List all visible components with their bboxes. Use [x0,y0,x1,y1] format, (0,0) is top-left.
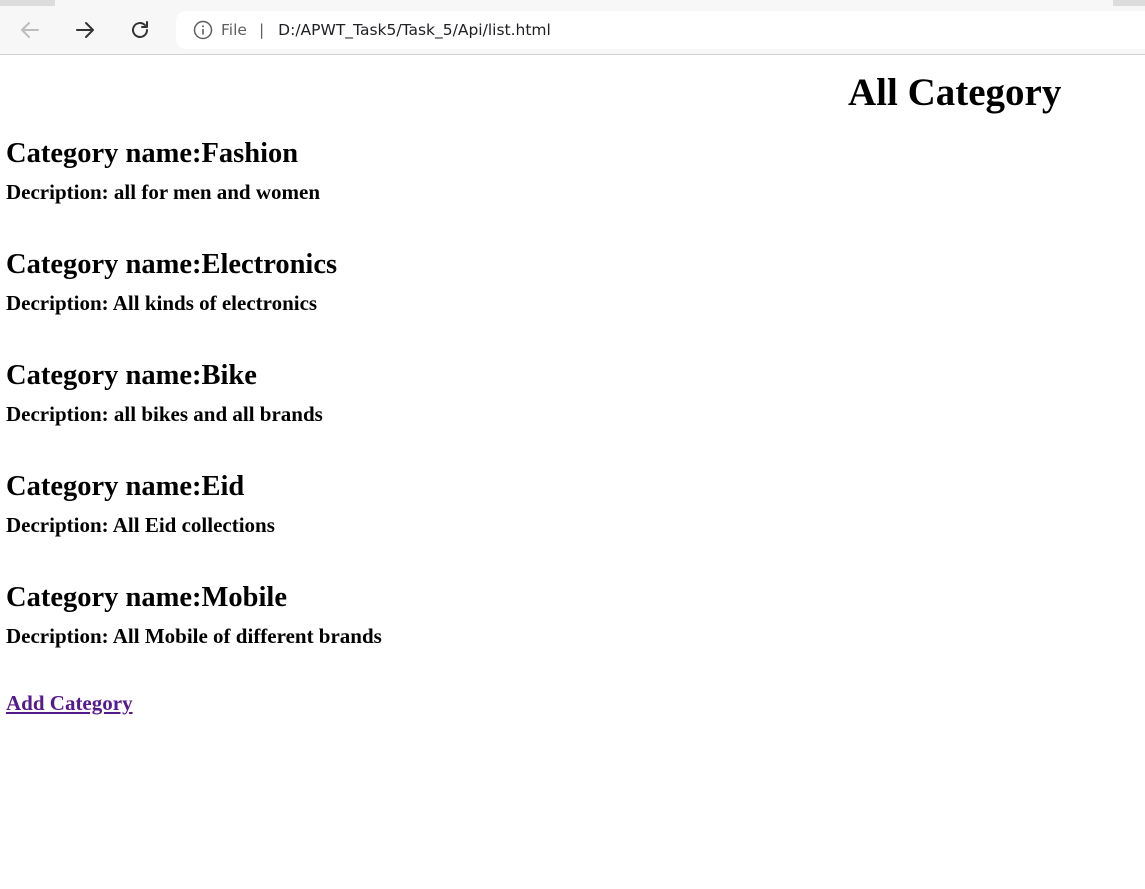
category-name: Category name:Eid [6,471,382,515]
category-name: Category name:Bike [6,360,382,404]
category-item: Category name:Eid Decription: All Eid co… [6,471,382,584]
arrow-right-icon [76,22,94,38]
address-bar[interactable]: File | D:/APWT_Task5/Task_5/Api/list.htm… [176,11,1145,49]
category-description: Decription: all for men and women [6,182,382,251]
category-name-prefix: Category name: [6,582,202,613]
category-name-value: Mobile [201,582,287,613]
category-name-value: Electronics [201,249,338,280]
category-description-prefix: Decription: [6,513,113,537]
category-name: Category name:Electronics [6,249,382,293]
info-icon[interactable] [192,19,214,41]
category-description: Decription: All kinds of electronics [6,293,382,362]
category-description-value: All kinds of electronics [112,291,318,315]
category-description-value: All Mobile of different brands [112,624,382,648]
category-item: Category name:Bike Decription: all bikes… [6,360,382,473]
forward-button[interactable] [67,12,103,48]
address-separator: | [258,21,265,39]
category-description-value: all for men and women [113,180,321,204]
category-item: Category name:Fashion Decription: all fo… [6,138,382,251]
category-list: Category name:Fashion Decription: all fo… [6,138,382,695]
reload-button[interactable] [122,12,158,48]
browser-toolbar: File | D:/APWT_Task5/Task_5/Api/list.htm… [0,6,1145,55]
arrow-left-icon [21,22,39,38]
category-name-prefix: Category name: [6,249,202,280]
category-description-prefix: Decription: [6,624,113,648]
category-description-prefix: Decription: [6,402,114,426]
category-name-prefix: Category name: [6,360,202,391]
category-description-prefix: Decription: [6,291,113,315]
category-name-value: Bike [201,360,257,391]
scheme-label: File [221,21,247,39]
category-name-prefix: Category name: [6,138,202,169]
category-description: Decription: all bikes and all brands [6,404,382,473]
category-description: Decription: All Mobile of different bran… [6,626,382,695]
category-description-value: all bikes and all brands [113,402,323,426]
category-name: Category name:Mobile [6,582,382,626]
category-description: Decription: All Eid collections [6,515,382,584]
category-name-prefix: Category name: [6,471,202,502]
category-item: Category name:Mobile Decription: All Mob… [6,582,382,695]
reload-icon [132,21,148,38]
category-name-value: Fashion [201,138,299,169]
back-button[interactable] [12,12,48,48]
category-name: Category name:Fashion [6,138,382,182]
page-content: All Category Category name:Fashion Decri… [0,55,1145,889]
category-description-prefix: Decription: [6,180,114,204]
url-text[interactable]: D:/APWT_Task5/Task_5/Api/list.html [278,21,551,39]
category-description-value: All Eid collections [112,513,275,537]
category-name-value: Eid [201,471,245,502]
category-item: Category name:Electronics Decription: Al… [6,249,382,362]
add-category-link[interactable]: Add Category [6,693,133,714]
page-title: All Category [848,71,1062,114]
